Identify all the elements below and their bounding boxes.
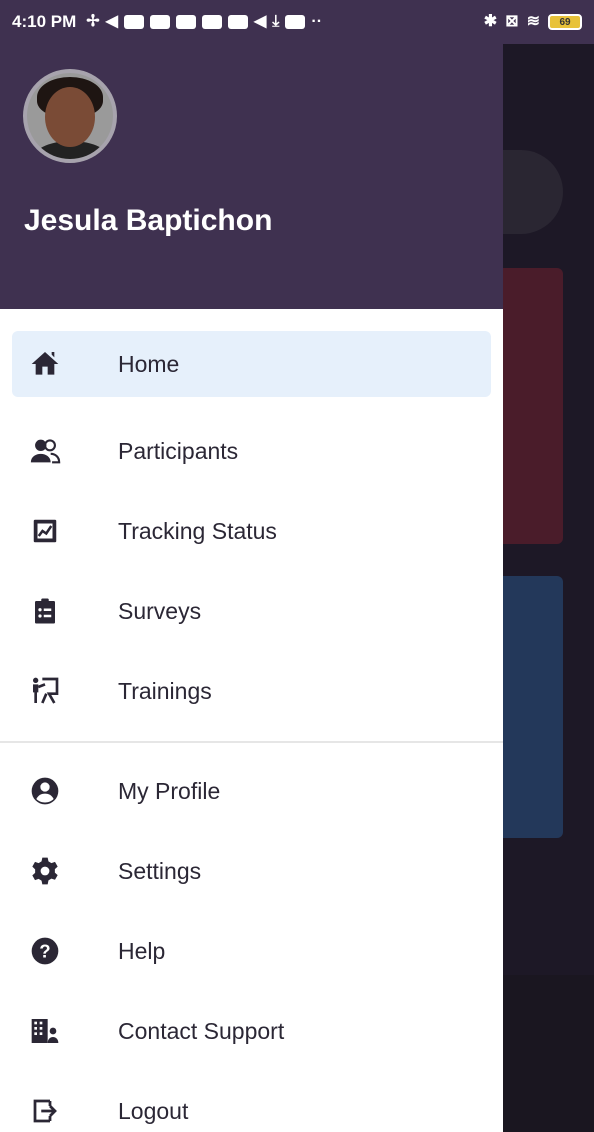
menu-item-label: Trainings: [118, 677, 212, 704]
gear-icon: [26, 852, 64, 890]
menu-item-contact-support[interactable]: Contact Support: [12, 991, 491, 1071]
contact-support-icon: [26, 1012, 64, 1050]
menu-item-home[interactable]: Home: [12, 331, 491, 397]
menu-item-label: Home: [118, 350, 180, 377]
svg-text:?: ?: [39, 941, 50, 962]
backdrop-card-dark: [503, 975, 594, 1132]
surveys-icon: [26, 592, 64, 630]
bluetooth-icon: ✱: [483, 13, 498, 30]
menu-item-label: Help: [118, 937, 166, 964]
drawer-menu: Home Participants Tracking Status Survey…: [0, 309, 503, 1132]
status-time: 4:10 PM: [12, 12, 77, 31]
drawer-header: Jesula Baptichon: [0, 44, 503, 309]
logout-icon: [26, 1092, 64, 1130]
participants-icon: [26, 432, 64, 470]
menu-item-participants[interactable]: Participants: [12, 411, 491, 491]
menu-item-label: Surveys: [118, 597, 202, 624]
youtube-icon: [201, 15, 222, 29]
menu-item-label: Tracking Status: [118, 517, 277, 544]
backdrop-card-red: [503, 268, 563, 544]
send-icon: ◀: [105, 13, 118, 30]
status-bar: 4:10 PM ✢ ◀ ◀ ⤓ ·· ✱ ⊠ ≋ 69: [0, 0, 594, 44]
user-name: Jesula Baptichon: [24, 204, 273, 237]
menu-item-logout[interactable]: Logout: [12, 1071, 491, 1132]
trainings-icon: [26, 672, 64, 710]
more-notifications-icon: ··: [311, 13, 323, 30]
battery-icon: 69: [548, 14, 582, 30]
wifi-icon: ≋: [526, 13, 540, 30]
youtube-icon: [227, 15, 248, 29]
menu-item-settings[interactable]: Settings: [12, 831, 491, 911]
menu-item-help[interactable]: ? Help: [12, 911, 491, 991]
profile-icon: [26, 772, 64, 810]
menu-item-tracking-status[interactable]: Tracking Status: [12, 491, 491, 571]
youtube-icon: [285, 15, 306, 29]
menu-item-label: Contact Support: [118, 1017, 285, 1044]
home-icon: [26, 345, 64, 383]
notification-icons: ✢ ◀ ◀ ⤓ ··: [86, 14, 322, 30]
system-icons: ✱ ⊠ ≋ 69: [484, 14, 582, 30]
backdrop-card-blue: [503, 576, 563, 838]
youtube-icon: [175, 15, 196, 29]
slack-icon: ✢: [86, 13, 100, 30]
menu-item-label: Settings: [118, 857, 202, 884]
menu-item-label: My Profile: [118, 777, 221, 804]
menu-divider: [0, 741, 503, 743]
notification-icon: [123, 15, 144, 29]
sim-icon: ⊠: [505, 13, 519, 30]
navigation-drawer: Jesula Baptichon Home Participants Track…: [0, 44, 503, 1132]
menu-item-trainings[interactable]: Trainings: [12, 651, 491, 731]
menu-item-label: Logout: [118, 1097, 189, 1124]
youtube-icon: [149, 15, 170, 29]
menu-item-surveys[interactable]: Surveys: [12, 571, 491, 651]
help-icon: ?: [26, 932, 64, 970]
tracking-status-icon: [26, 512, 64, 550]
menu-item-my-profile[interactable]: My Profile: [12, 751, 491, 831]
avatar[interactable]: [23, 69, 117, 163]
send-icon: ◀: [253, 13, 267, 30]
download-icon: ⤓: [272, 13, 280, 30]
menu-item-label: Participants: [118, 437, 239, 464]
